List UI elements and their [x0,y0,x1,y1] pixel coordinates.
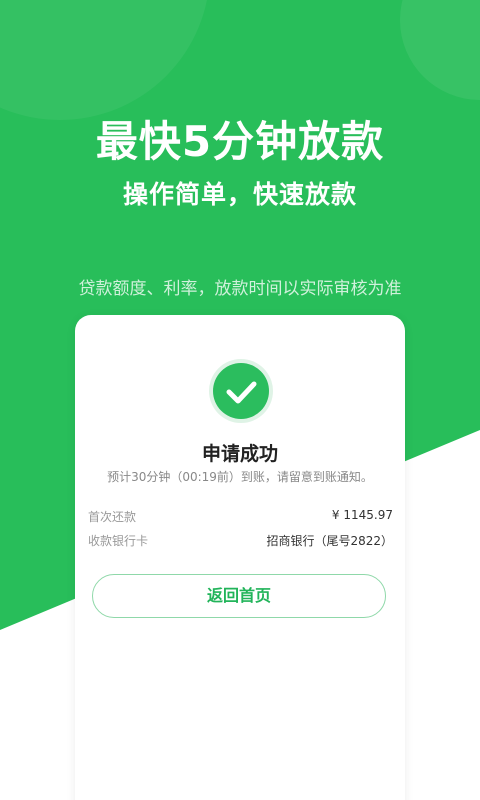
detail-value: ¥ 1145.97 [331,508,393,522]
loan-result-page: 最快5分钟放款 操作简单，快速放款 贷款额度、利率，放款时间以实际审核为准 申请… [0,0,480,800]
check-icon [213,363,269,419]
hero-disclaimer: 贷款额度、利率，放款时间以实际审核为准 [78,279,402,299]
hero-title: 最快5分钟放款 [95,117,385,166]
hero-subtitle: 操作简单，快速放款 [122,180,357,209]
success-description: 预计30分钟（00:19前）到账，请留意到账通知。 [107,470,373,484]
result-card: 申请成功 预计30分钟（00:19前）到账，请留意到账通知。 首次还款 ¥ 11… [75,315,405,800]
detail-label: 收款银行卡 [88,534,149,548]
return-home-button[interactable]: 返回首页 [92,574,386,618]
success-title: 申请成功 [201,443,278,465]
detail-row-first-repayment: 首次还款 ¥ 1145.97 [88,508,393,525]
detail-label: 首次还款 [88,510,137,524]
detail-value: 招商银行（尾号2822） [266,534,393,548]
detail-row-bank-card: 收款银行卡 招商银行（尾号2822） [88,532,393,549]
